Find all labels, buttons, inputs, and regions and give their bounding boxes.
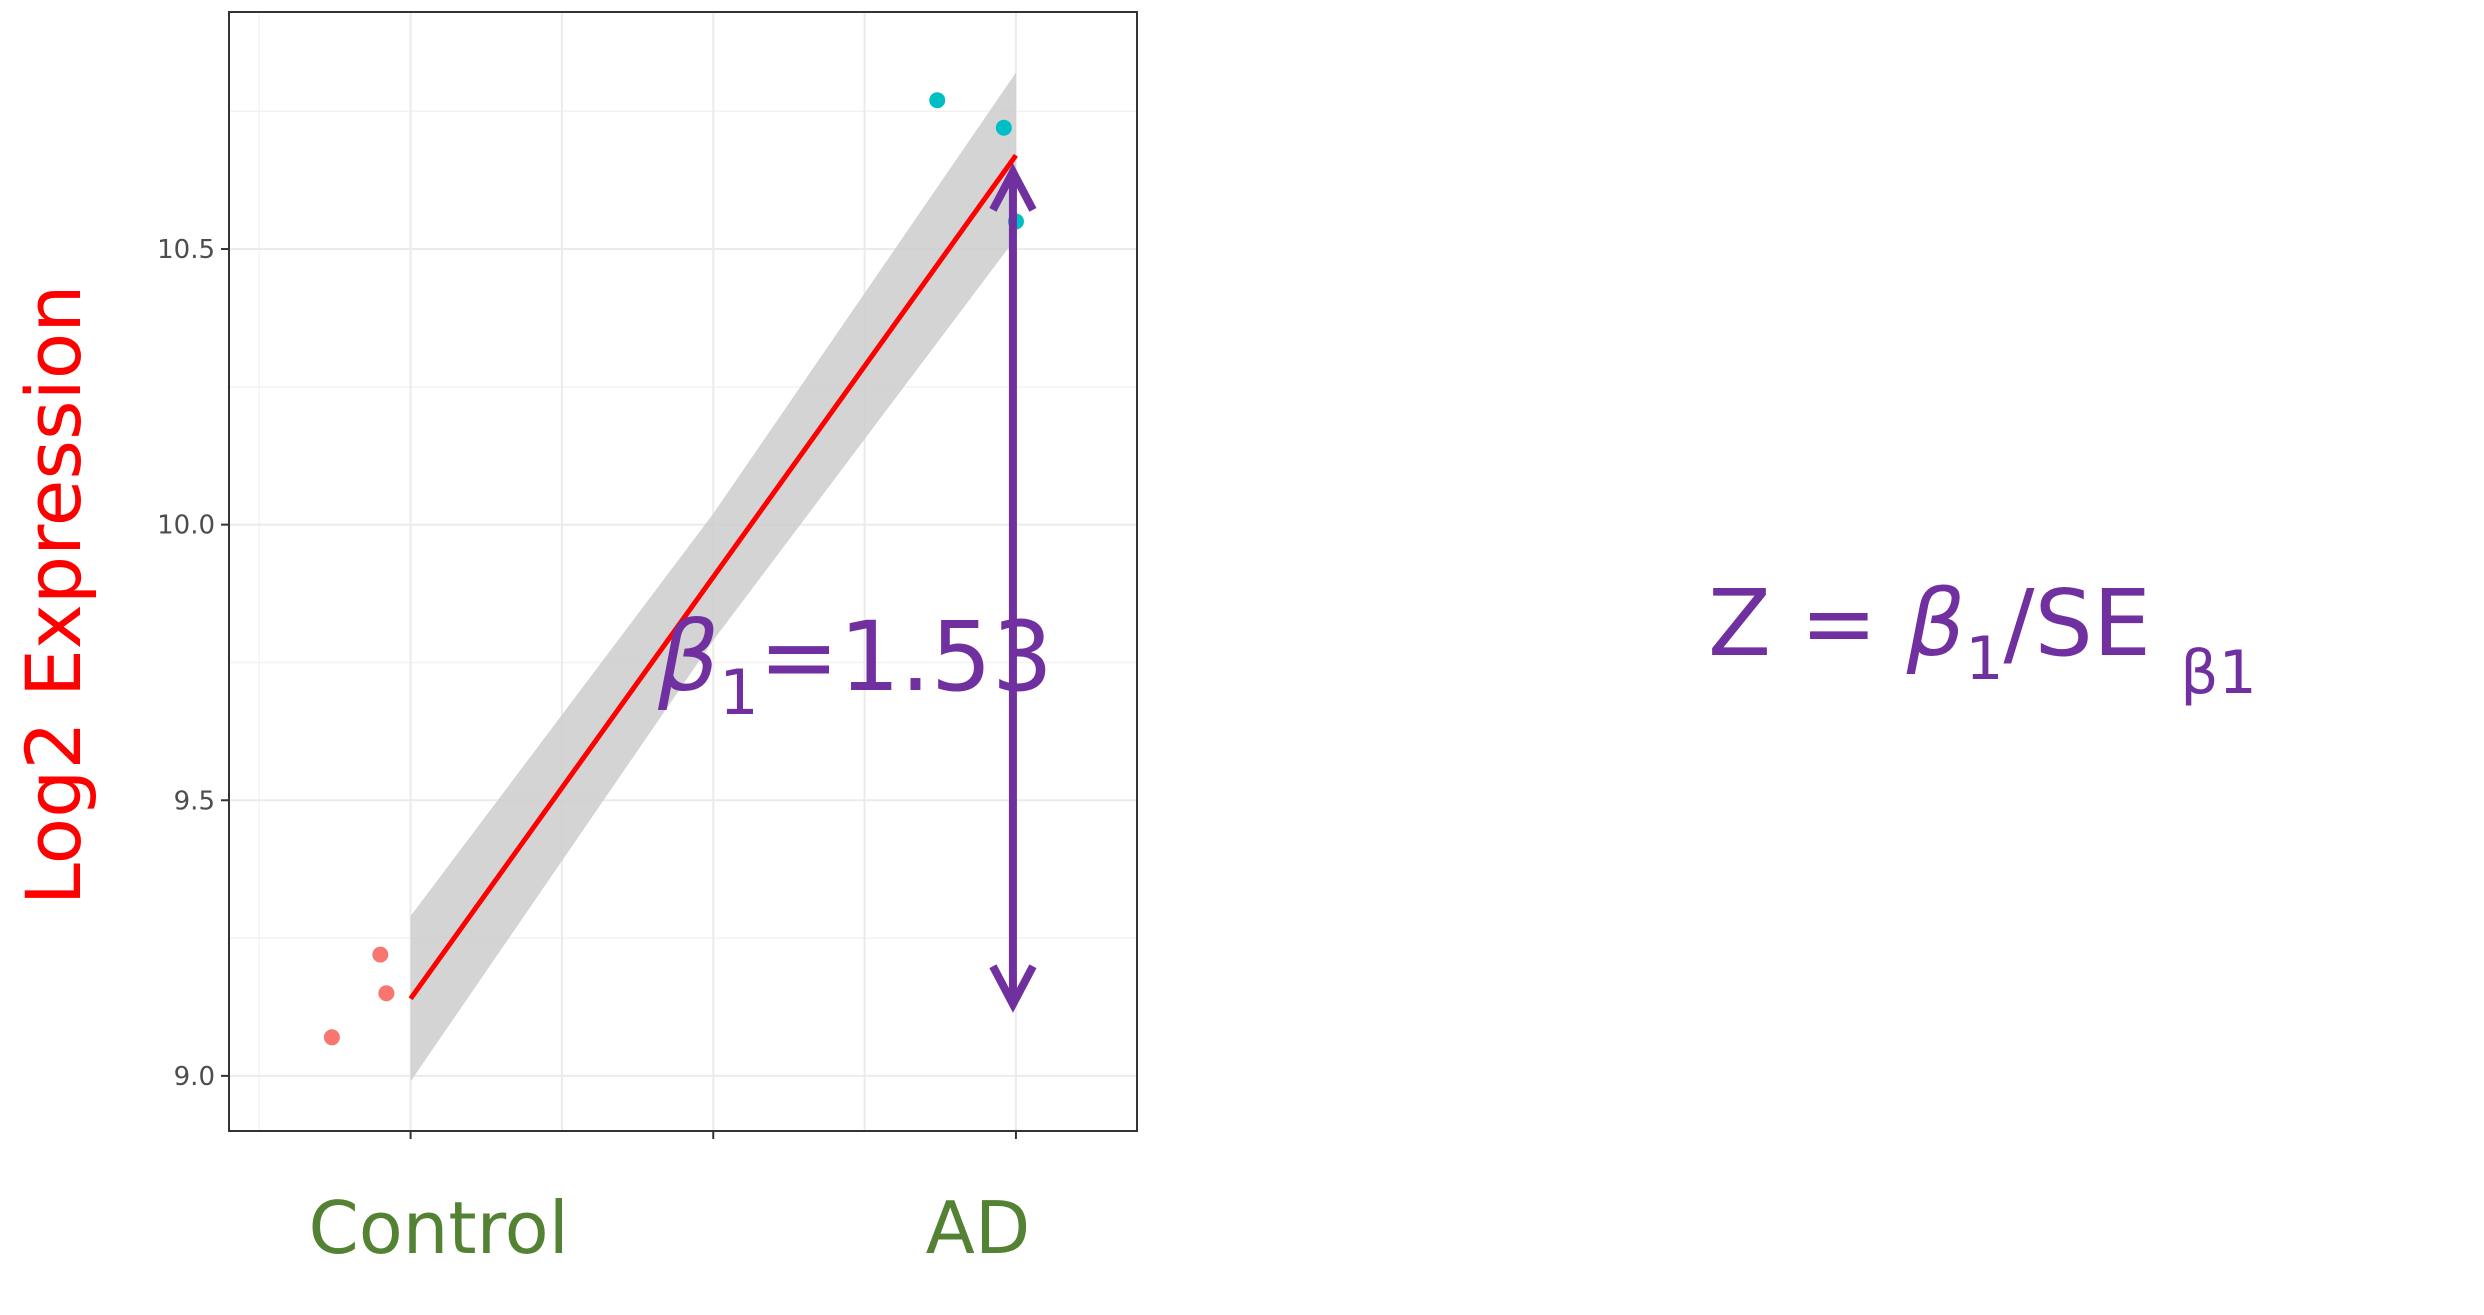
beta-subscript: 1	[719, 656, 758, 729]
chart: 9.09.510.010.5Control AD Log2 Expression …	[9, 11, 2257, 1270]
formula-beta-subscript: 1	[1965, 624, 2003, 694]
formula-beta: β	[1906, 570, 1966, 677]
data-point-control	[323, 1029, 340, 1046]
beta-value: =1.53	[759, 601, 1053, 713]
data-point-ad	[995, 119, 1012, 136]
formula-se-subscript: β1	[2180, 638, 2256, 708]
z-formula: Z = β1/SE β1	[1708, 570, 2257, 708]
y-tick-label: 10.0	[157, 511, 215, 541]
data-point-ad	[929, 92, 946, 109]
beta-symbol: β	[657, 601, 719, 713]
y-tick-label: 9.5	[174, 786, 215, 816]
x-category-label-ad: AD	[926, 1186, 1031, 1270]
y-tick-label: 9.0	[174, 1062, 215, 1092]
data-point-control	[378, 985, 395, 1002]
x-category-label-control: Control	[308, 1186, 568, 1270]
y-tick-label: 10.5	[157, 235, 215, 265]
effect-arrow-layer	[989, 163, 1037, 1013]
beta-annotation: β1=1.53	[657, 601, 1053, 729]
formula-left: Z =	[1708, 570, 1907, 677]
data-point-control	[372, 946, 389, 963]
y-axis-label: Log2 Expression	[9, 285, 98, 906]
formula-mid: /SE	[2004, 570, 2181, 677]
